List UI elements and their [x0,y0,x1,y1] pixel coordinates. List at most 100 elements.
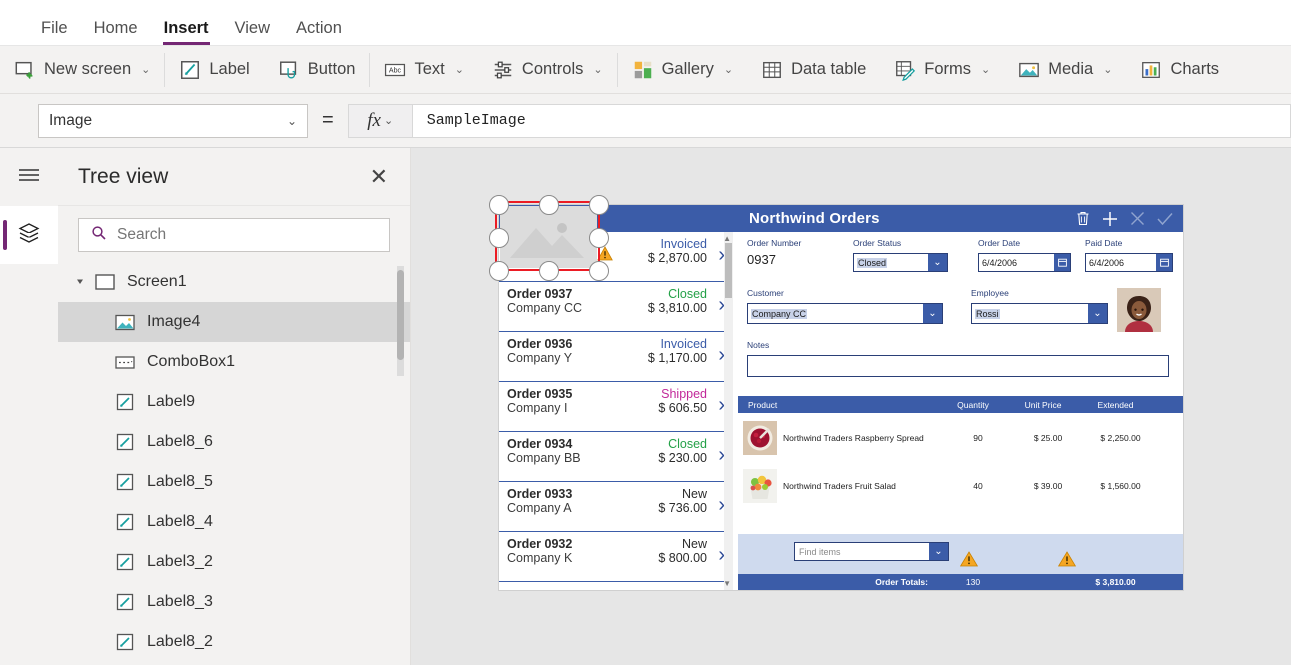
warning-triangle-icon[interactable] [1057,551,1077,572]
chevron-down-icon[interactable]: ⌄ [923,304,942,323]
resize-handle-se[interactable] [589,261,609,281]
order-number: Order 0935 [507,387,573,401]
fx-button[interactable]: fx ⌄ [347,103,412,138]
tree-node-label8-2[interactable]: Label8_2 [58,622,410,662]
gallery-scrollbar-thumb[interactable] [725,243,732,298]
tree-node-label: Screen1 [127,273,187,290]
product-row[interactable]: Northwind Traders Raspberry Spread 90 $ … [738,415,1183,460]
tree-node-label8-3[interactable]: Label8_3 [58,582,410,622]
menu-tab-view[interactable]: View [222,19,283,46]
tree-node-label8-6[interactable]: Label8_6 [58,422,410,462]
resize-handle-w[interactable] [489,228,509,248]
ribbon-forms[interactable]: Forms ⌄ [880,51,1004,89]
ribbon-label: Data table [791,60,867,78]
tree-node-image4[interactable]: Image4 [58,302,410,342]
chevron-down-icon[interactable]: ⌄ [1088,304,1107,323]
order-date-picker[interactable]: 6/4/2006 [978,253,1071,272]
resize-handle-s[interactable] [539,261,559,281]
col-product: Product [748,399,778,410]
tree-scrollbar-thumb[interactable] [397,270,404,360]
order-company: Company I [507,401,568,415]
resize-handle-e[interactable] [589,228,609,248]
expand-triangle-icon[interactable] [70,277,92,287]
property-selector[interactable]: Image ⌄ [38,103,308,138]
order-status: Invoiced [660,337,707,351]
ribbon-label: Charts [1170,60,1220,78]
order-row[interactable]: Order 0933 New Company A $ 736.00 › [499,482,733,532]
employee-dropdown[interactable]: Rossi ⌄ [971,303,1108,324]
tree-node-label9[interactable]: Label9 [58,382,410,422]
warning-triangle-icon[interactable] [959,551,979,572]
order-row[interactable]: Order 0934 Closed Company BB $ 230.00 › [499,432,733,482]
calendar-icon[interactable] [1156,254,1172,271]
order-row[interactable]: Order 0936 Invoiced Company Y $ 1,170.00… [499,332,733,382]
ribbon-gallery[interactable]: Gallery ⌄ [618,51,747,89]
hamburger-menu-button[interactable] [0,148,58,206]
resize-handle-n[interactable] [539,195,559,215]
chevron-down-icon[interactable]: ⌄ [724,63,733,76]
tree-node-label: ComboBox1 [147,353,236,370]
ribbon-label: Media [1048,60,1094,78]
ribbon-controls[interactable]: Controls ⌄ [478,51,617,89]
paid-date-picker[interactable]: 6/4/2006 [1085,253,1173,272]
search-input[interactable]: Search [78,218,390,252]
tree-node-label8-4[interactable]: Label8_4 [58,502,410,542]
notes-field: Notes [747,340,1169,377]
resize-handle-sw[interactable] [489,261,509,281]
ribbon-button-control[interactable]: Button [264,51,370,89]
ribbon-label-control[interactable]: Label [165,51,263,89]
calendar-icon[interactable] [1054,254,1070,271]
chevron-down-icon[interactable]: ⌄ [929,543,948,560]
chevron-down-icon[interactable]: ⌄ [287,114,297,128]
customer-dropdown[interactable]: Company CC ⌄ [747,303,943,324]
tree-node-label8-5[interactable]: Label8_5 [58,462,410,502]
order-row[interactable]: Order 0937 Closed Company CC $ 3,810.00 … [499,282,733,332]
close-icon[interactable]: ✕ [370,165,388,188]
notes-input[interactable] [747,355,1169,377]
product-unit-price: $ 39.00 [1033,480,1063,491]
tree-node-label3-2[interactable]: Label3_2 [58,542,410,582]
tree-node-label: Image4 [147,313,201,330]
chevron-down-icon[interactable]: ⌄ [141,63,150,76]
scroll-down-arrow-icon[interactable]: ▼ [723,579,731,588]
order-amount: $ 736.00 [658,501,707,515]
resize-handle-ne[interactable] [589,195,609,215]
label-icon [112,473,138,491]
app-canvas[interactable]: Order 0938 Invoiced Company F $ 2,870.00… [411,148,1291,665]
menu-tab-action[interactable]: Action [283,19,355,46]
ribbon-text-control[interactable]: Abc Text ⌄ [370,51,477,89]
chevron-down-icon[interactable]: ⌄ [981,63,990,76]
scroll-up-arrow-icon[interactable]: ▲ [723,234,731,243]
menu-tab-insert[interactable]: Insert [151,19,222,46]
orders-gallery[interactable]: Order 0938 Invoiced Company F $ 2,870.00… [489,195,733,590]
add-icon[interactable] [1102,211,1118,227]
product-row[interactable]: Northwind Traders Fruit Salad 40 $ 39.00… [738,463,1183,508]
ribbon-new-screen[interactable]: New screen ⌄ [0,51,164,89]
field-label: Customer [747,288,784,298]
chevron-down-icon[interactable]: ⌄ [593,63,602,76]
menu-tab-file[interactable]: File [28,19,81,46]
find-items-combobox[interactable]: Find items ⌄ [794,542,949,561]
order-row[interactable]: Order 0935 Shipped Company I $ 606.50 › [499,382,733,432]
image-icon [112,314,138,331]
delete-icon[interactable] [1076,211,1090,226]
chevron-down-icon[interactable]: ⌄ [384,114,393,127]
resize-handle-nw[interactable] [489,195,509,215]
order-row[interactable]: Order 0932 New Company K $ 800.00 › [499,532,733,582]
chevron-down-icon[interactable]: ⌄ [455,63,464,76]
tree-node-combobox1[interactable]: ComboBox1 [58,342,410,382]
ribbon-data-table[interactable]: Data table [747,51,880,89]
chevron-down-icon[interactable]: ⌄ [928,254,947,271]
formula-input[interactable]: SampleImage [411,103,1291,138]
ribbon-charts[interactable]: Charts [1126,51,1233,89]
order-status-dropdown[interactable]: Closed ⌄ [853,253,948,272]
menu-tab-home[interactable]: Home [81,19,151,46]
order-amount: $ 1,170.00 [647,351,707,365]
confirm-check-icon[interactable] [1157,212,1173,226]
chevron-down-icon[interactable]: ⌄ [1103,63,1112,76]
fx-label: fx [367,109,381,131]
ribbon-media[interactable]: Media ⌄ [1004,51,1126,89]
tree-view-rail-button[interactable] [0,206,58,264]
tree-node-screen1[interactable]: Screen1 [58,262,410,302]
cancel-x-icon[interactable] [1130,211,1145,226]
